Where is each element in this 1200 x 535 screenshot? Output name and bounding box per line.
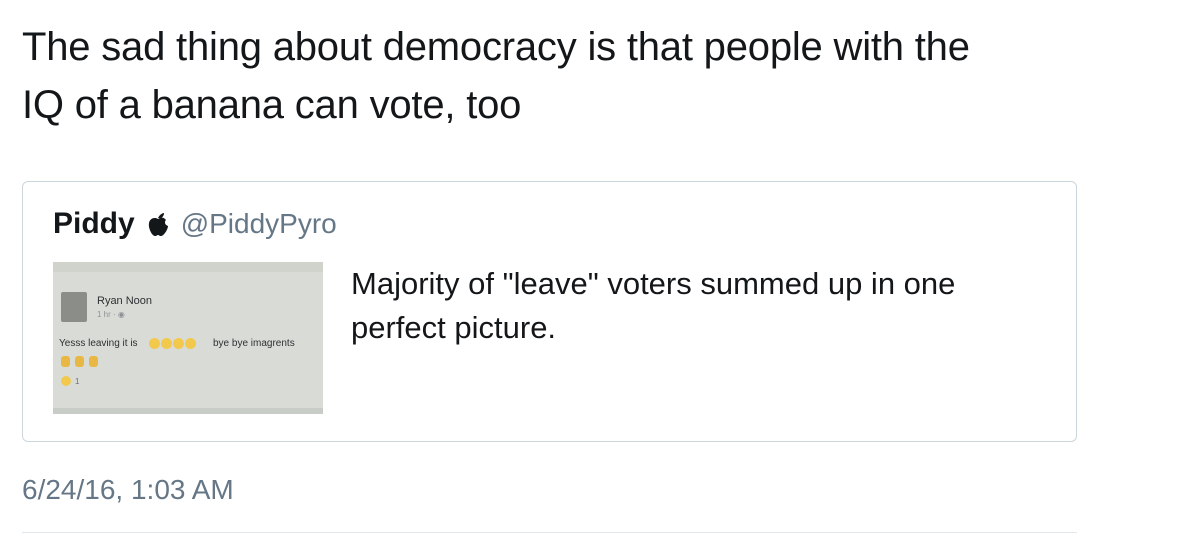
laughing-emoji-icon xyxy=(149,338,160,349)
laughing-emoji-icon xyxy=(161,338,172,349)
quoted-tweet-image[interactable]: Ryan Noon 1 hr · ◉ Yesss leaving it is b… xyxy=(53,262,323,414)
quoted-tweet-author-name[interactable]: Piddy xyxy=(53,207,135,241)
apple-icon xyxy=(147,211,169,237)
ok-hand-icon xyxy=(61,356,70,367)
quoted-tweet-handle[interactable]: @PiddyPyro xyxy=(181,208,337,240)
ok-hand-icon xyxy=(89,356,98,367)
tweet-text-line-2: IQ of a banana can vote, too xyxy=(22,83,522,127)
laughing-emoji-icon xyxy=(173,338,184,349)
ok-hand-icon xyxy=(75,356,84,367)
fb-post-time: 1 hr · ◉ xyxy=(97,310,125,319)
fb-reaction: 1 xyxy=(61,376,79,386)
fb-reaction-count: 1 xyxy=(75,376,80,386)
tweet-text: The sad thing about democracy is that pe… xyxy=(22,18,1122,134)
globe-icon: ◉ xyxy=(117,310,125,319)
fb-ok-hand-emojis xyxy=(61,356,103,367)
fb-laughing-emojis xyxy=(149,338,197,349)
quoted-tweet-text: Majority of "leave" voters summed up in … xyxy=(351,266,956,345)
fb-post-text: Yesss leaving it is xyxy=(59,338,138,349)
quoted-tweet-card[interactable]: Piddy @PiddyPyro Ryan Noon 1 hr · ◉ Yess… xyxy=(22,181,1077,442)
fb-poster-name: Ryan Noon xyxy=(97,295,153,307)
fb-bottom-bar xyxy=(53,408,323,414)
fb-post-text-end: bye bye imagrents xyxy=(213,338,295,349)
fb-avatar xyxy=(61,292,87,322)
fb-top-bar xyxy=(53,262,323,272)
tweet-text-line-1: The sad thing about democracy is that pe… xyxy=(22,25,970,69)
haha-reaction-icon xyxy=(61,376,71,386)
divider xyxy=(22,532,1077,533)
laughing-emoji-icon xyxy=(185,338,196,349)
fb-post-time-text: 1 hr · xyxy=(97,310,118,319)
tweet-timestamp[interactable]: 6/24/16, 1:03 AM xyxy=(22,474,234,506)
quoted-tweet-header: Piddy @PiddyPyro xyxy=(53,204,337,244)
